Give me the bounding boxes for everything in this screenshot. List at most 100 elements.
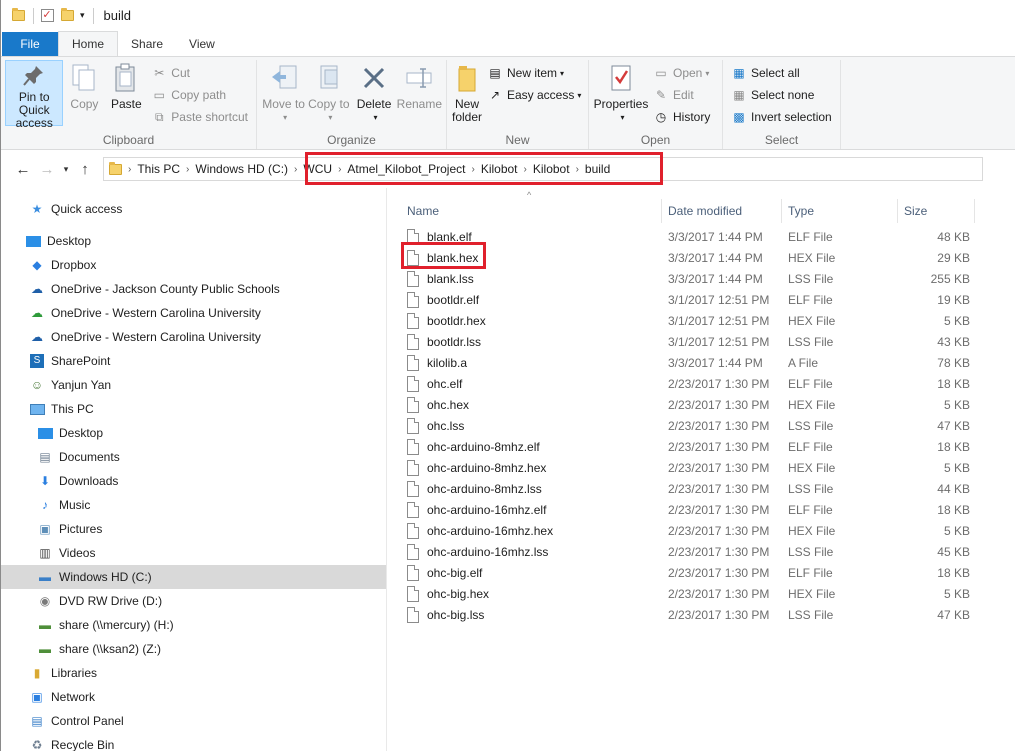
nav-quick-access[interactable]: ★ Quick access (1, 197, 386, 221)
file-row[interactable]: kilolib.a 3/3/2017 1:44 PM A File 78 KB (387, 352, 1015, 373)
file-row[interactable]: ohc-big.lss 2/23/2017 1:30 PM LSS File 47 K… (387, 604, 1015, 625)
breadcrumb-this-pc[interactable]: This PC (137, 162, 180, 176)
chevron-right-icon[interactable]: › (471, 164, 474, 175)
pin-to-quick-access-button[interactable]: Pin to Quick access (5, 60, 64, 130)
tab-share[interactable]: Share (118, 32, 176, 56)
file-name-cell[interactable]: ohc-big.lss (387, 606, 662, 623)
nav-pc-desktop[interactable]: Desktop (1, 421, 386, 445)
column-header-date[interactable]: Date modified (662, 199, 782, 223)
column-header-name[interactable]: Name (387, 199, 662, 223)
nav-network[interactable]: ▣ Network (1, 685, 386, 709)
address-bar[interactable]: › This PC › Windows HD (C:) › WCU › Atme… (103, 152, 983, 185)
nav-dropbox[interactable]: ◆ Dropbox (1, 253, 386, 277)
breadcrumb-build[interactable]: build (585, 162, 610, 176)
new-folder-quick-icon[interactable] (60, 8, 74, 23)
nav-music[interactable]: ♪ Music (1, 493, 386, 517)
nav-dvd-drive[interactable]: ◉ DVD RW Drive (D:) (1, 589, 386, 613)
nav-desktop[interactable]: Desktop (1, 229, 386, 253)
file-row[interactable]: ohc-big.hex 2/23/2017 1:30 PM HEX File 5 KB (387, 583, 1015, 604)
file-name-cell[interactable]: ohc-arduino-16mhz.elf (387, 501, 662, 518)
file-name-cell[interactable]: ohc-big.hex (387, 585, 662, 602)
easy-access-button[interactable]: ↗ Easy access ▾ (487, 84, 581, 106)
up-arrow-icon[interactable]: ↑ (73, 161, 97, 178)
file-row[interactable]: ohc-arduino-16mhz.hex 2/23/2017 1:30 PM HE… (387, 520, 1015, 541)
file-name-cell[interactable]: blank.hex (387, 249, 662, 266)
nav-pictures[interactable]: ▣ Pictures (1, 517, 386, 541)
nav-documents[interactable]: ▤ Documents (1, 445, 386, 469)
nav-windows-hd[interactable]: ▬ Windows HD (C:) (1, 565, 386, 589)
chevron-right-icon[interactable]: › (524, 164, 527, 175)
file-row[interactable]: ohc-arduino-16mhz.lss 2/23/2017 1:30 PM LS… (387, 541, 1015, 562)
nav-onedrive-wcu-1[interactable]: ☁ OneDrive - Western Carolina University (1, 301, 386, 325)
column-header-size[interactable]: Size (898, 199, 975, 223)
file-row[interactable]: blank.lss 3/3/2017 1:44 PM LSS File 255 KB (387, 268, 1015, 289)
file-row[interactable]: bootldr.lss 3/1/2017 12:51 PM LSS File 43 K… (387, 331, 1015, 352)
file-name-cell[interactable]: ohc.lss (387, 417, 662, 434)
file-name-cell[interactable]: ohc-arduino-8mhz.lss (387, 480, 662, 497)
file-row[interactable]: ohc-big.elf 2/23/2017 1:30 PM ELF File 18 K… (387, 562, 1015, 583)
properties-check-icon[interactable]: ✓ (40, 9, 54, 23)
file-name-cell[interactable]: kilolib.a (387, 354, 662, 371)
history-button[interactable]: ◷ History (653, 106, 711, 128)
nav-user[interactable]: ☺ Yanjun Yan (1, 373, 386, 397)
paste-shortcut-button[interactable]: ⧉ Paste shortcut (151, 106, 248, 128)
nav-onedrive-wcu-2[interactable]: ☁ OneDrive - Western Carolina University (1, 325, 386, 349)
nav-share-mercury[interactable]: ▬ share (\\mercury) (H:) (1, 613, 386, 637)
nav-sharepoint[interactable]: S SharePoint (1, 349, 386, 373)
file-name-cell[interactable]: bootldr.elf (387, 291, 662, 308)
file-row[interactable]: ohc.lss 2/23/2017 1:30 PM LSS File 47 KB (387, 415, 1015, 436)
file-name-cell[interactable]: bootldr.hex (387, 312, 662, 329)
chevron-right-icon[interactable]: › (338, 164, 341, 175)
file-name-cell[interactable]: ohc.hex (387, 396, 662, 413)
new-item-button[interactable]: ▤ New item ▾ (487, 62, 581, 84)
file-name-cell[interactable]: ohc-arduino-8mhz.elf (387, 438, 662, 455)
back-arrow-icon[interactable]: ← (11, 161, 35, 178)
chevron-right-icon[interactable]: › (294, 164, 297, 175)
nav-control-panel[interactable]: ▤ Control Panel (1, 709, 386, 733)
nav-onedrive-jackson[interactable]: ☁ OneDrive - Jackson County Public School… (1, 277, 386, 301)
breadcrumb-wcu[interactable]: WCU (303, 162, 332, 176)
select-none-button[interactable]: ▦ Select none (731, 84, 832, 106)
file-name-cell[interactable]: blank.elf (387, 228, 662, 245)
nav-downloads[interactable]: ⬇ Downloads (1, 469, 386, 493)
file-row[interactable]: ohc.elf 2/23/2017 1:30 PM ELF File 18 KB (387, 373, 1015, 394)
forward-arrow-icon[interactable]: → (35, 161, 59, 178)
recent-locations-chevron-icon[interactable]: ▾ (59, 164, 73, 175)
invert-selection-button[interactable]: ▩ Invert selection (731, 106, 831, 128)
customize-quick-access-toolbar-icon[interactable]: ▾ (80, 10, 85, 21)
tab-view[interactable]: View (176, 32, 228, 56)
file-row[interactable]: blank.elf 3/3/2017 1:44 PM ELF File 48 KB (387, 226, 1015, 247)
file-row[interactable]: blank.hex 3/3/2017 1:44 PM HEX File 29 KB (387, 247, 1015, 268)
file-name-cell[interactable]: ohc-big.elf (387, 564, 662, 581)
file-name-cell[interactable]: blank.lss (387, 270, 662, 287)
nav-libraries[interactable]: ▮ Libraries (1, 661, 386, 685)
file-row[interactable]: ohc-arduino-8mhz.elf 2/23/2017 1:30 PM ELF… (387, 436, 1015, 457)
file-row[interactable]: bootldr.hex 3/1/2017 12:51 PM HEX File 5 KB (387, 310, 1015, 331)
edit-button[interactable]: ✎ Edit (653, 84, 710, 106)
file-row[interactable]: ohc-arduino-16mhz.elf 2/23/2017 1:30 PM EL… (387, 499, 1015, 520)
column-header-type[interactable]: Type (782, 199, 898, 223)
breadcrumb-kilobot-2[interactable]: Kilobot (533, 162, 570, 176)
tab-file[interactable]: File (2, 32, 58, 56)
cut-button[interactable]: ✂ Cut (151, 62, 248, 84)
file-name-cell[interactable]: ohc.elf (387, 375, 662, 392)
file-row[interactable]: ohc-arduino-8mhz.hex 2/23/2017 1:30 PM HEX… (387, 457, 1015, 478)
file-row[interactable]: bootldr.elf 3/1/2017 12:51 PM ELF File 19 K… (387, 289, 1015, 310)
file-name-cell[interactable]: bootldr.lss (387, 333, 662, 350)
chevron-right-icon[interactable]: › (186, 164, 189, 175)
file-name-cell[interactable]: ohc-arduino-16mhz.hex (387, 522, 662, 539)
breadcrumb-atmel-kilobot-project[interactable]: Atmel_Kilobot_Project (347, 162, 465, 176)
chevron-right-icon[interactable]: › (576, 164, 579, 175)
tab-home[interactable]: Home (58, 31, 119, 56)
nav-videos[interactable]: ▥ Videos (1, 541, 386, 565)
nav-share-ksan2[interactable]: ▬ share (\\ksan2) (Z:) (1, 637, 386, 661)
breadcrumb-windows-hd[interactable]: Windows HD (C:) (195, 162, 288, 176)
file-row[interactable]: ohc.hex 2/23/2017 1:30 PM HEX File 5 KB (387, 394, 1015, 415)
breadcrumb-kilobot[interactable]: Kilobot (481, 162, 518, 176)
open-button[interactable]: ▭ Open ▾ (653, 62, 710, 84)
nav-this-pc[interactable]: This PC (1, 397, 386, 421)
file-row[interactable]: ohc-arduino-8mhz.lss 2/23/2017 1:30 PM LSS… (387, 478, 1015, 499)
select-all-button[interactable]: ▦ Select all (731, 62, 832, 84)
file-name-cell[interactable]: ohc-arduino-16mhz.lss (387, 543, 662, 560)
nav-recycle-bin[interactable]: ♻ Recycle Bin (1, 733, 386, 751)
